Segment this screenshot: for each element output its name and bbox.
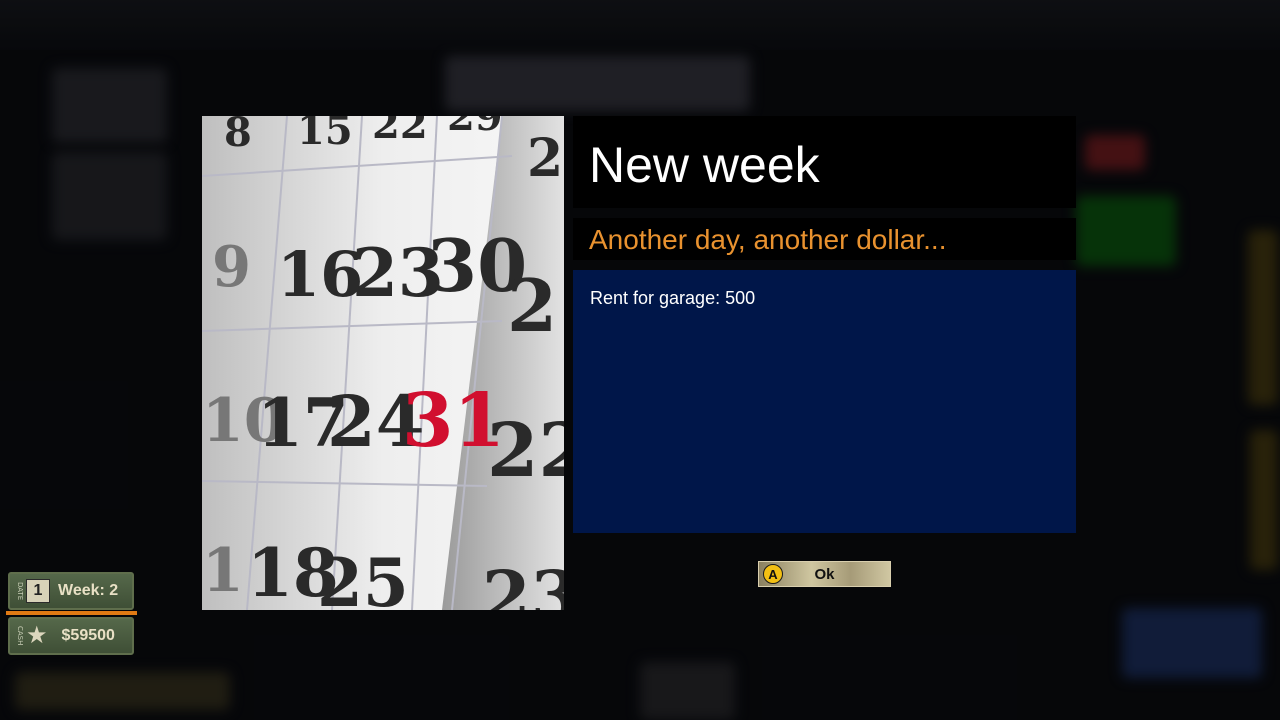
date-tag: DATE: [16, 581, 24, 601]
calendar-photo: 8 15 22 29 2 9 16 23 30 21 10 17 24 31 2…: [202, 116, 564, 610]
cal-num: 2: [527, 128, 563, 189]
dialog-message: Rent for garage: 500: [590, 288, 756, 308]
hud-cash-plate: CASH ★ $59500: [8, 617, 134, 655]
hud-separator: [6, 611, 137, 615]
hud-date-plate: DATE 1 Week: 2: [8, 572, 134, 610]
star-icon: ★: [26, 622, 48, 649]
cal-num: 1: [202, 536, 244, 606]
cash-amount: $59500: [61, 627, 115, 644]
cal-num: 22: [372, 116, 428, 148]
ok-button-label: Ok: [814, 565, 835, 583]
dialog-body-panel: Rent for garage: 500: [573, 270, 1076, 533]
cal-num: 29: [447, 116, 503, 140]
dialog-subtitle: Another day, another dollar...: [589, 224, 947, 255]
cal-num: 25: [317, 544, 409, 610]
calendar-image: 8 15 22 29 2 9 16 23 30 21 10 17 24 31 2…: [202, 116, 564, 610]
cal-num: 16: [277, 238, 363, 311]
week-counter: Week: 2: [58, 582, 119, 599]
cash-tag: CASH: [16, 626, 24, 646]
dialog-subtitle-panel: Another day, another dollar...: [573, 218, 1076, 260]
cal-num: 22: [487, 408, 564, 494]
cal-num: 23: [482, 555, 564, 610]
cal-num: 15: [297, 116, 353, 154]
cal-num: 8: [224, 116, 252, 156]
dialog-title-panel: New week: [573, 116, 1076, 208]
ok-button[interactable]: A Ok: [758, 561, 891, 587]
cal-num: 21: [507, 263, 564, 348]
calendar-icon: 1: [26, 579, 50, 603]
dialog-title: New week: [589, 137, 820, 193]
cal-num: 9: [212, 234, 251, 300]
a-button-icon: A: [763, 564, 783, 584]
